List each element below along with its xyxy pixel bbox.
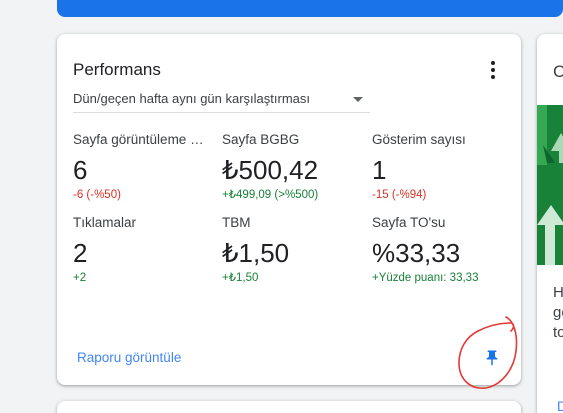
metric-delta: +2 [73,272,87,284]
side-card-link[interactable]: D [557,399,563,413]
metric-value: 6 [73,155,88,185]
metric-value: %33,33 [372,238,461,268]
metric-value: ₺500,42 [222,155,319,185]
chevron-down-icon [353,97,363,102]
more-vert-icon[interactable] [483,58,503,82]
metric-label: Gösterim sayısı [372,132,466,147]
performance-card: Performans Dün/geçen hafta aynı gün karş… [57,34,521,389]
metric-page-ctr[interactable]: Sayfa TO'su %33,33 +Yüzde puanı: 33,33 [372,214,508,285]
metric-label: Sayfa TO'su [372,215,446,230]
metric-page-rpm[interactable]: Sayfa BGBG ₺500,42 +₺499,09 (>%500) [222,131,358,202]
metric-impressions[interactable]: Gösterim sayısı 1 -15 (-%94) [372,131,508,202]
card-title: Performans [73,60,161,79]
side-card-text: to [553,324,563,341]
side-card-title: C [553,62,563,81]
comparison-select-label: Dün/geçen hafta aynı gün karşılaştırması [73,91,311,106]
next-card [57,401,521,413]
metric-value: 2 [73,238,88,268]
metric-delta: -15 (-%94) [372,189,427,201]
metric-value: ₺1,50 [222,238,290,268]
side-card-text: ge [553,304,563,321]
metric-delta: +₺499,09 (>%500) [222,189,319,201]
metric-clicks[interactable]: Tıklamalar 2 +2 [73,214,209,285]
pin-icon[interactable] [483,349,501,367]
metric-delta: +Yüzde puanı: 33,33 [372,272,479,284]
metric-label: Sayfa görüntüleme sayısı [73,132,209,147]
metric-value: 1 [372,155,387,185]
top-banner [57,0,563,17]
side-card-text: H [553,284,563,301]
side-card-image [537,105,563,265]
metric-delta: -6 (-%50) [73,189,121,201]
comparison-select[interactable]: Dün/geçen hafta aynı gün karşılaştırması [73,87,370,113]
metric-cpc[interactable]: TBM ₺1,50 +₺1,50 [222,214,358,285]
side-card: C H ge to D [537,34,563,413]
metric-page-views[interactable]: Sayfa görüntüleme sayısı 6 -6 (-%50) [73,131,209,202]
view-report-link[interactable]: Raporu görüntüle [77,350,181,365]
metric-label: Sayfa BGBG [222,132,300,147]
metric-delta: +₺1,50 [222,272,259,284]
metric-label: TBM [222,215,251,230]
metric-label: Tıklamalar [73,215,137,230]
